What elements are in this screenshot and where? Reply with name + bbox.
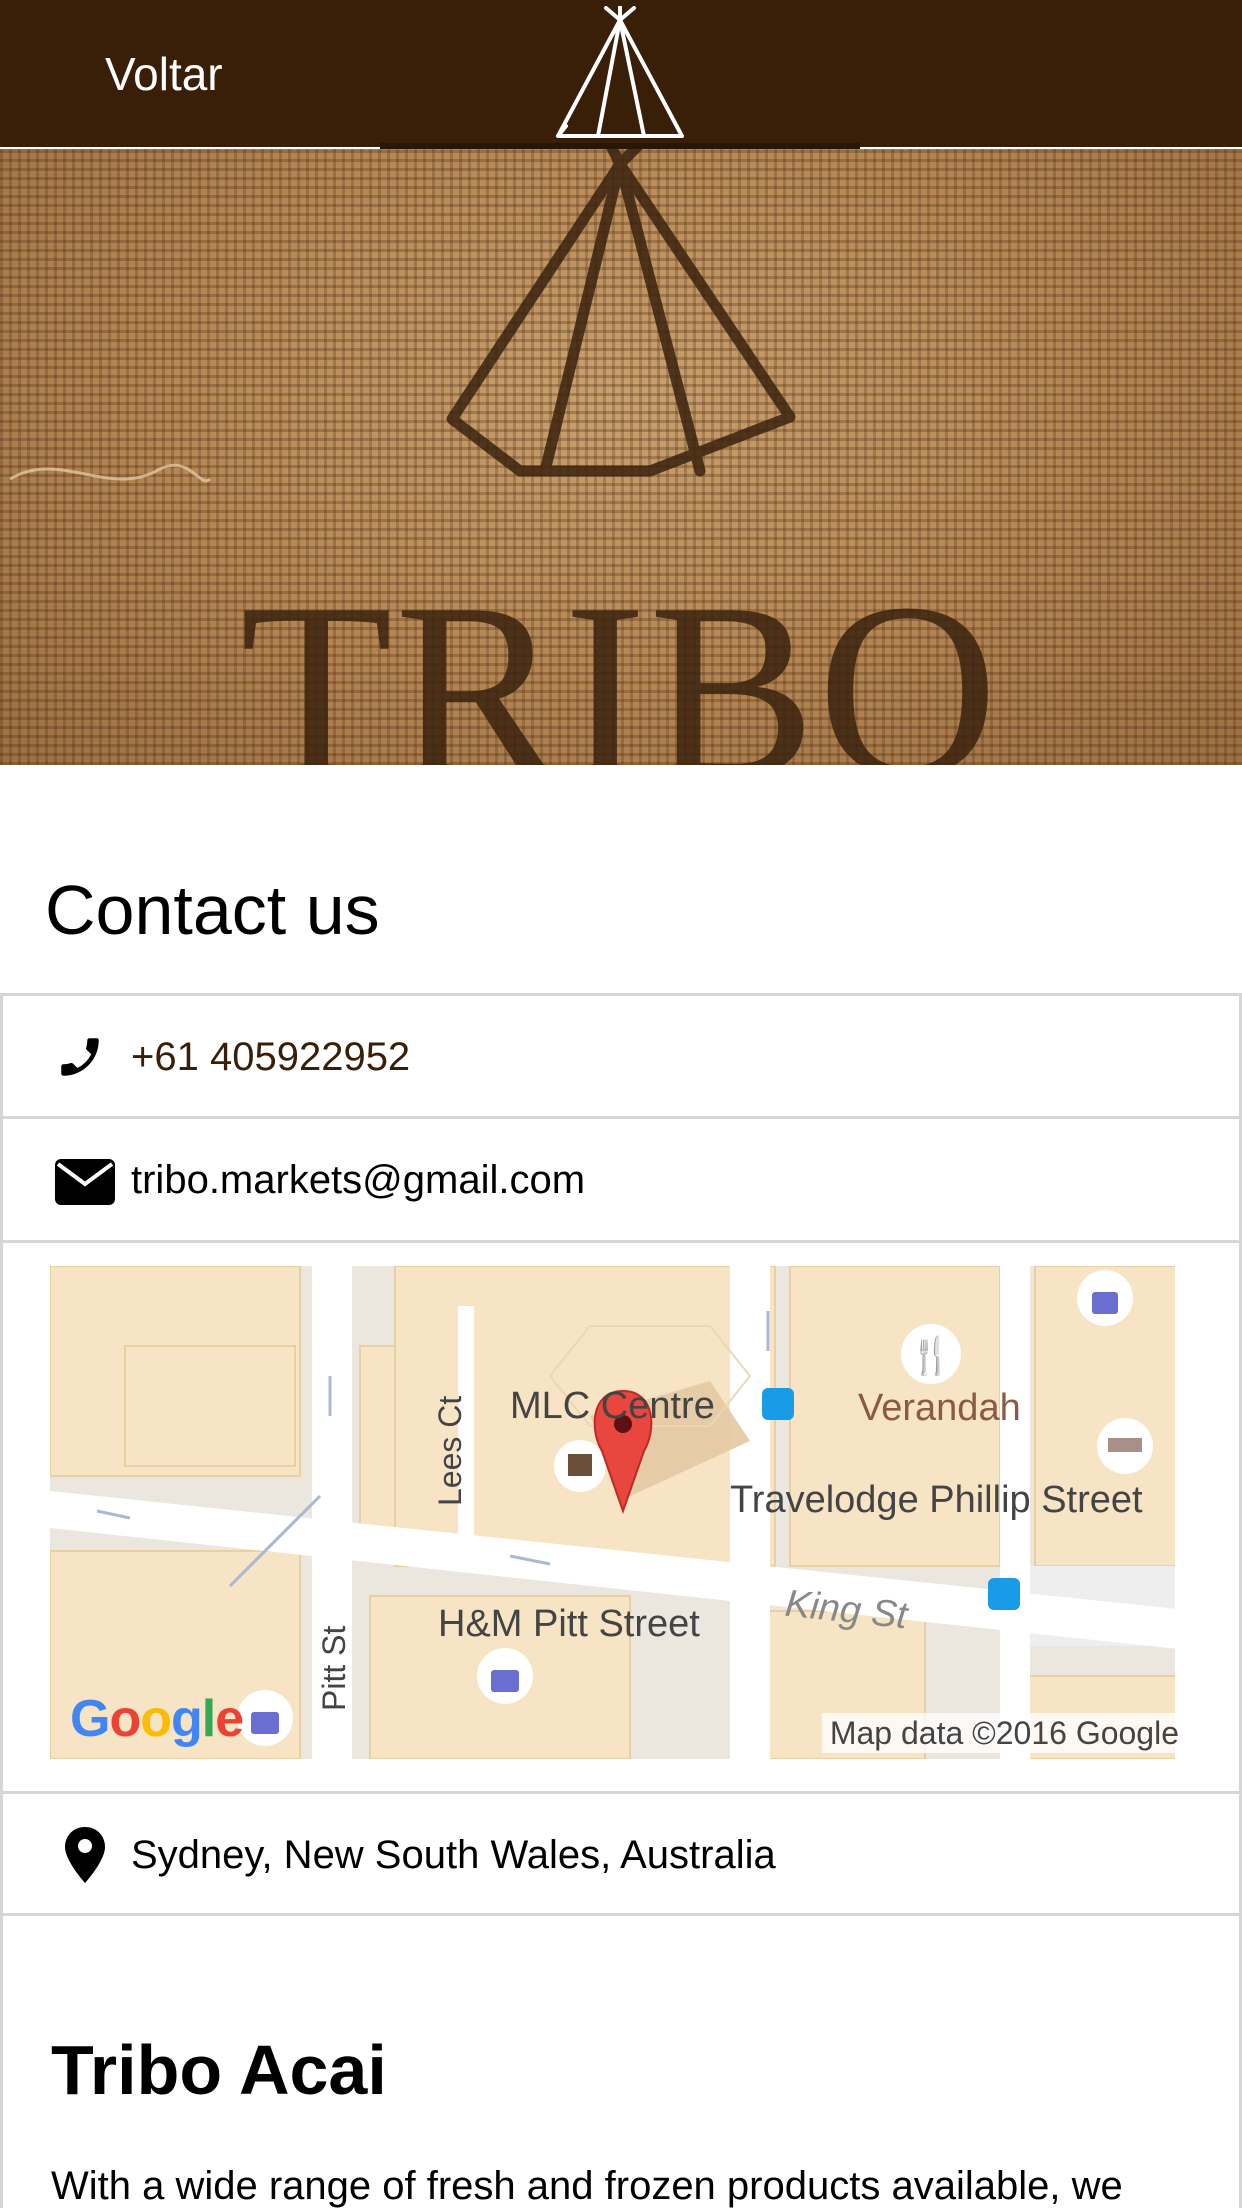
divider bbox=[3, 1913, 1242, 1916]
back-button[interactable]: Voltar bbox=[105, 44, 223, 104]
address-text: Sydney, New South Wales, Australia bbox=[131, 1833, 776, 1877]
email-row[interactable]: tribo.markets@gmail.com bbox=[3, 1116, 1242, 1240]
svg-text:🍴: 🍴 bbox=[909, 1335, 954, 1377]
about-text: With a wide range of fresh and frozen pr… bbox=[51, 2164, 1123, 2208]
top-bar: Voltar bbox=[0, 0, 1242, 149]
about-section: Tribo Acai With a wide range of fresh an… bbox=[0, 1918, 1242, 2208]
page-title: Contact us bbox=[45, 871, 380, 949]
tribo-logo-burlap: TRIBO bbox=[9, 149, 1000, 765]
map-label-verandah: Verandah bbox=[858, 1387, 1021, 1429]
map-label-hm: H&M Pitt Street bbox=[438, 1603, 700, 1645]
map-attribution: Map data ©2016 Google bbox=[821, 1713, 1187, 1753]
map-label-pitt-st: Pitt St bbox=[316, 1625, 352, 1711]
address-row[interactable]: Sydney, New South Wales, Australia bbox=[3, 1791, 1242, 1915]
phone-row[interactable]: +61 405922952 bbox=[3, 993, 1242, 1117]
map-row: 🍴 MLC Centre Verandah Travelodge Phillip… bbox=[3, 1240, 1242, 1790]
about-title: Tribo Acai bbox=[51, 2031, 387, 2109]
google-logo: Google bbox=[70, 1690, 244, 1748]
hero-banner: TRIBO bbox=[0, 149, 1242, 765]
banner-brand-text: TRIBO bbox=[240, 552, 1000, 765]
map-label-travelodge: Travelodge Phillip Street bbox=[730, 1479, 1143, 1521]
location-map[interactable]: 🍴 MLC Centre Verandah Travelodge Phillip… bbox=[50, 1266, 1197, 1759]
map-pin-icon bbox=[65, 1827, 105, 1883]
envelope-icon bbox=[55, 1159, 115, 1205]
phone-icon bbox=[61, 1038, 99, 1076]
map-label-lees-ct: Lees Ct bbox=[432, 1395, 468, 1506]
teepee-icon bbox=[556, 6, 684, 138]
email-address[interactable]: tribo.markets@gmail.com bbox=[131, 1155, 585, 1205]
map-label-mlc: MLC Centre bbox=[510, 1385, 715, 1427]
phone-number[interactable]: +61 405922952 bbox=[131, 1032, 410, 1082]
contact-list: +61 405922952 tribo.markets@gmail.com 🍴 … bbox=[0, 993, 1242, 1918]
